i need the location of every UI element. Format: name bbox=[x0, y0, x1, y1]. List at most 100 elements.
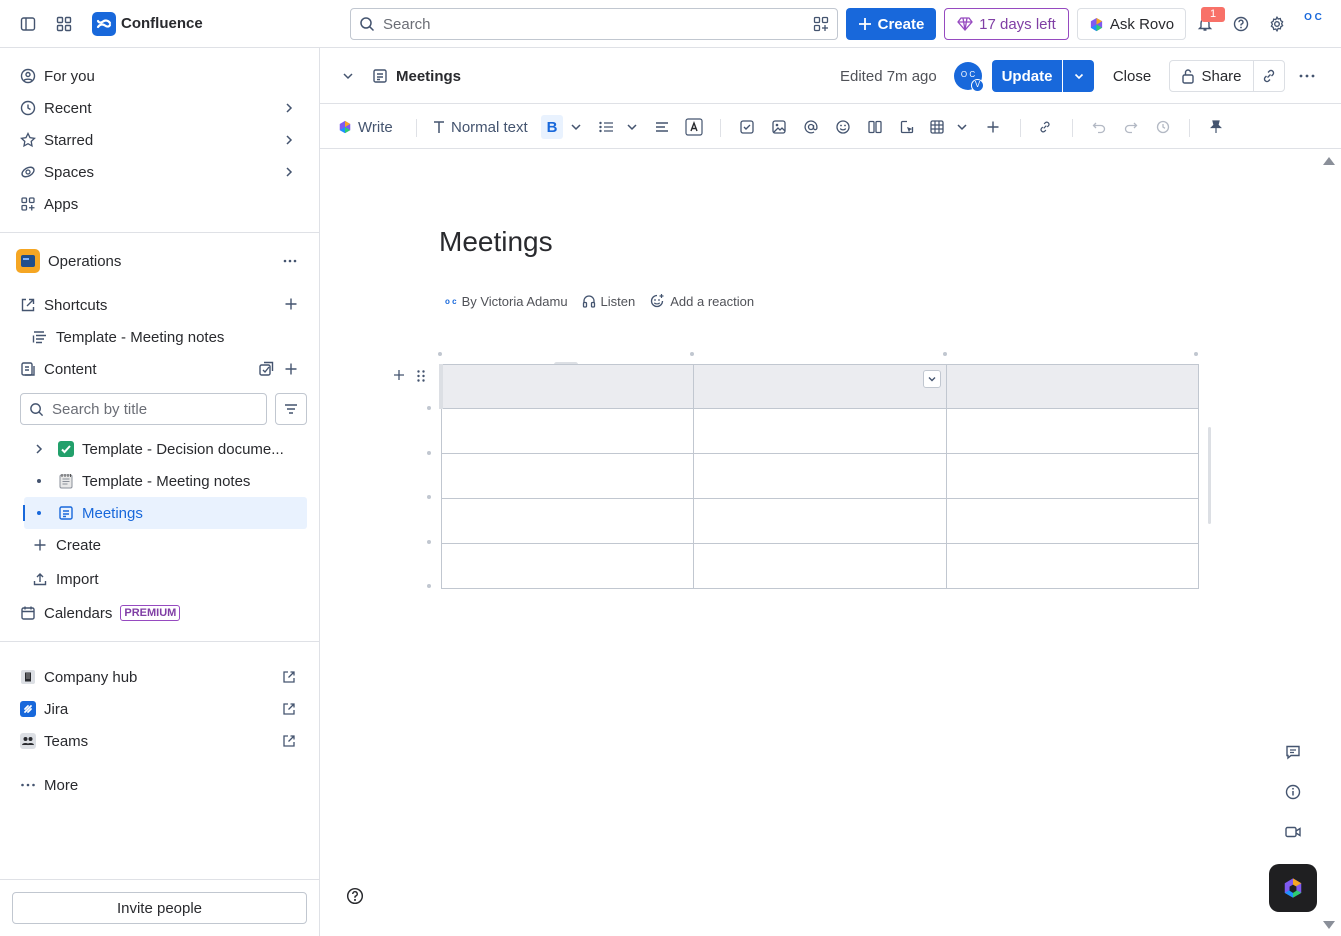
bold-button[interactable]: B bbox=[541, 115, 563, 139]
sidebar-import[interactable]: Import bbox=[24, 563, 308, 595]
table-icon[interactable] bbox=[928, 115, 946, 139]
add-reaction-button[interactable]: Add a reaction bbox=[649, 293, 754, 309]
tree-item-meetings[interactable]: Meetings bbox=[23, 497, 307, 529]
sidebar-item-for-you[interactable]: For you bbox=[12, 60, 308, 92]
author-byline[interactable]: o c By Victoria Adamu bbox=[445, 294, 568, 309]
column-insert-dot[interactable] bbox=[1194, 352, 1198, 356]
table-cell[interactable] bbox=[440, 408, 694, 454]
share-button[interactable]: Share bbox=[1169, 60, 1254, 92]
formatting-chevron-down-icon[interactable] bbox=[568, 115, 584, 139]
update-button[interactable]: Update bbox=[992, 60, 1062, 92]
text-color-icon[interactable] bbox=[684, 115, 704, 139]
comments-icon[interactable] bbox=[1281, 740, 1305, 764]
create-content-icon[interactable] bbox=[258, 361, 274, 377]
tree-item-meeting-notes[interactable]: Template - Meeting notes bbox=[24, 465, 307, 497]
scroll-down-arrow-icon[interactable] bbox=[1322, 920, 1336, 930]
add-shortcut-plus-icon[interactable] bbox=[284, 297, 298, 311]
chevron-right-icon[interactable] bbox=[32, 442, 48, 456]
column-insert-dot[interactable] bbox=[438, 352, 442, 356]
sidebar-toggle-icon[interactable] bbox=[14, 10, 42, 38]
app-switcher-icon[interactable] bbox=[50, 10, 78, 38]
layout-columns-icon[interactable] bbox=[866, 115, 884, 139]
mention-icon[interactable] bbox=[802, 115, 820, 139]
row-insert-dot[interactable] bbox=[427, 584, 431, 588]
update-options-chevron-down-icon[interactable] bbox=[1063, 60, 1094, 92]
apps-search-icon[interactable] bbox=[813, 16, 829, 32]
space-operations[interactable]: Operations bbox=[12, 245, 308, 277]
tree-item-decision-doc[interactable]: Template - Decision docume... bbox=[24, 433, 307, 465]
sidebar-item-starred[interactable]: Starred bbox=[12, 124, 308, 156]
task-checkbox-icon[interactable] bbox=[738, 115, 756, 139]
table-cell[interactable] bbox=[693, 453, 947, 499]
image-icon[interactable] bbox=[770, 115, 788, 139]
breadcrumb-page-title[interactable]: Meetings bbox=[396, 68, 461, 85]
drag-handle-icon[interactable] bbox=[416, 369, 426, 383]
table-cell[interactable] bbox=[945, 498, 1199, 544]
sidebar-item-apps[interactable]: Apps bbox=[12, 188, 308, 220]
sidebar-item-recent[interactable]: Recent bbox=[12, 92, 308, 124]
add-content-plus-icon[interactable] bbox=[284, 362, 298, 376]
redo-icon[interactable] bbox=[1122, 115, 1140, 139]
settings-gear-icon[interactable] bbox=[1263, 10, 1291, 38]
rovo-chat-button[interactable] bbox=[1269, 864, 1317, 912]
app-title[interactable]: Confluence bbox=[121, 15, 203, 32]
filter-icon[interactable] bbox=[275, 393, 307, 425]
search-by-title-input[interactable] bbox=[52, 400, 252, 418]
table[interactable] bbox=[439, 364, 1199, 589]
ask-rovo-button[interactable]: Ask Rovo bbox=[1077, 8, 1186, 40]
row-insert-dot[interactable] bbox=[427, 451, 431, 455]
page-title[interactable]: Meetings bbox=[439, 226, 553, 258]
more-actions-icon[interactable] bbox=[1298, 68, 1316, 84]
table-chevron-down-icon[interactable] bbox=[954, 115, 970, 139]
table-header-cell[interactable] bbox=[439, 364, 694, 409]
cell-options-chevron-down-icon[interactable] bbox=[922, 370, 941, 388]
version-history-icon[interactable] bbox=[1154, 115, 1172, 139]
link-icon[interactable] bbox=[1036, 115, 1054, 139]
table-cell[interactable] bbox=[945, 408, 1199, 454]
list-chevron-down-icon[interactable] bbox=[624, 115, 640, 139]
sidebar-create[interactable]: Create bbox=[24, 529, 308, 561]
search-bar[interactable] bbox=[350, 8, 838, 40]
table-cell[interactable] bbox=[693, 543, 947, 589]
text-style-dropdown[interactable]: Normal text bbox=[433, 115, 528, 139]
sidebar-shortcuts[interactable]: Shortcuts bbox=[12, 289, 308, 321]
table-cell[interactable] bbox=[440, 498, 694, 544]
scroll-up-arrow-icon[interactable] bbox=[1322, 156, 1336, 166]
table-cell[interactable] bbox=[945, 453, 1199, 499]
table-scroll-indicator[interactable] bbox=[1208, 427, 1211, 524]
search-input[interactable] bbox=[383, 15, 783, 33]
add-row-plus-icon[interactable] bbox=[393, 369, 405, 381]
profile-avatar[interactable]: O C bbox=[1299, 12, 1327, 36]
column-insert-dot[interactable] bbox=[943, 352, 947, 356]
more-options-icon[interactable] bbox=[282, 253, 298, 269]
sidebar-app-teams[interactable]: Teams bbox=[12, 725, 308, 757]
help-icon[interactable] bbox=[346, 887, 364, 905]
row-insert-dot[interactable] bbox=[427, 495, 431, 499]
sidebar-search[interactable] bbox=[20, 393, 267, 425]
collapse-chevron-down-icon[interactable] bbox=[340, 68, 356, 84]
confluence-logo-icon[interactable] bbox=[92, 12, 116, 36]
sidebar-item-spaces[interactable]: Spaces bbox=[12, 156, 308, 188]
invite-people-button[interactable]: Invite people bbox=[12, 892, 307, 924]
sidebar-more[interactable]: More bbox=[12, 769, 308, 801]
shortcut-item-meeting-notes[interactable]: Template - Meeting notes bbox=[24, 321, 308, 353]
info-icon[interactable] bbox=[1281, 780, 1305, 804]
sidebar-app-jira[interactable]: Jira bbox=[12, 693, 308, 725]
row-insert-dot[interactable] bbox=[427, 406, 431, 410]
create-button[interactable]: Create bbox=[846, 8, 936, 40]
write-button[interactable]: Write bbox=[338, 115, 393, 139]
table-cell[interactable] bbox=[440, 453, 694, 499]
insert-element-icon[interactable] bbox=[898, 115, 916, 139]
pin-toolbar-icon[interactable] bbox=[1207, 115, 1225, 139]
table-cell[interactable] bbox=[693, 498, 947, 544]
close-button[interactable]: Close bbox=[1106, 60, 1158, 92]
table-cell[interactable] bbox=[693, 408, 947, 454]
column-insert-dot[interactable] bbox=[690, 352, 694, 356]
row-insert-dot[interactable] bbox=[427, 540, 431, 544]
align-left-icon[interactable] bbox=[653, 115, 671, 139]
table-cell[interactable] bbox=[945, 543, 1199, 589]
video-icon[interactable] bbox=[1281, 820, 1305, 844]
sidebar-calendars[interactable]: Calendars PREMIUM bbox=[12, 597, 308, 629]
table-header-cell[interactable] bbox=[693, 364, 947, 409]
sidebar-app-company-hub[interactable]: Company hub bbox=[12, 661, 308, 693]
